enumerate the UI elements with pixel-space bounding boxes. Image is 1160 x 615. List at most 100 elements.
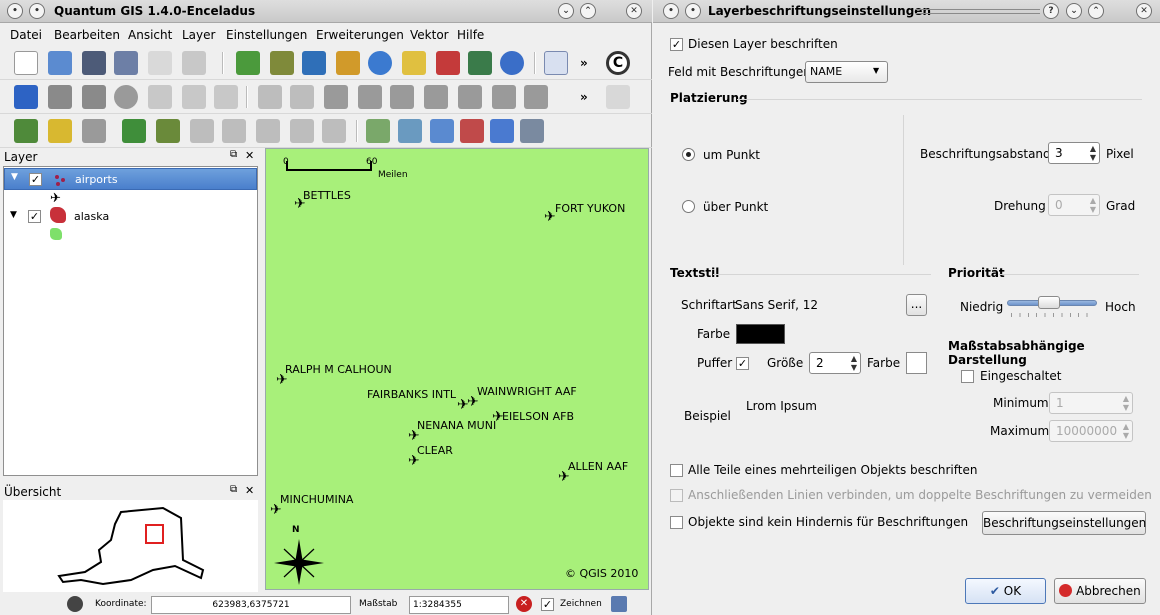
add-delimited-text-icon[interactable] [156,119,180,143]
delete-part-icon[interactable] [458,85,482,109]
map-tool-icon-3[interactable] [430,119,454,143]
layer-name-alaska[interactable]: alaska [74,210,109,223]
label-layer-checkbox[interactable]: ✓ [670,38,683,51]
add-postgis-layer-icon[interactable] [302,51,326,75]
scale-min-spinbox[interactable]: 1 ▲ ▼ [1049,392,1133,414]
spin-arrows-icon[interactable]: ▲ ▼ [1123,422,1129,440]
new-project-icon[interactable] [14,51,38,75]
dialog-menu-icon[interactable]: • [663,3,679,19]
dialog-close-icon[interactable]: ✕ [1136,3,1152,19]
close-panel-icon[interactable]: ✕ [245,149,254,162]
open-project-icon[interactable] [48,51,72,75]
spin-arrows-icon[interactable]: ▲ ▼ [1123,394,1129,412]
print-composer-icon[interactable] [148,51,172,75]
delete-ring-icon[interactable] [424,85,448,109]
help-icon[interactable]: ? [1043,3,1059,19]
remove-plugin-layer-icon[interactable] [82,119,106,143]
dialog-pin-icon[interactable]: • [685,3,701,19]
expand-icon[interactable]: ▼ [11,172,18,182]
ok-button[interactable]: ✔ OK [965,578,1046,604]
add-gps-layer-icon[interactable] [122,119,146,143]
close-icon[interactable]: ✕ [626,3,642,19]
float-panel-icon[interactable]: ⧉ [230,149,237,160]
save-project-icon[interactable] [82,51,106,75]
overview-map[interactable] [3,500,258,592]
copyright-label-icon[interactable]: C [606,51,630,75]
menu-hilfe[interactable]: Hilfe [457,28,484,42]
priority-slider-handle[interactable] [1037,296,1060,309]
identify-features-icon[interactable] [606,85,630,109]
add-ring-icon[interactable] [358,85,382,109]
menu-erweiterungen[interactable]: Erweiterungen [316,28,404,42]
cut-features-icon[interactable] [148,85,172,109]
reshape-features-icon[interactable] [492,85,516,109]
pin-icon[interactable]: • [29,3,45,19]
add-wcs-layer-icon[interactable] [500,51,524,75]
capture-line-icon[interactable] [82,85,106,109]
buffer-color-swatch[interactable] [906,352,927,374]
close-overview-icon[interactable]: ✕ [245,484,254,497]
dialog-minimize-icon[interactable]: ⌄ [1066,3,1082,19]
save-as-icon[interactable] [114,51,138,75]
toolbar-more-icon[interactable]: » [580,56,588,70]
new-vector-layer-icon[interactable] [402,51,426,75]
menu-ansicht[interactable]: Ansicht [128,28,172,42]
around-point-radio[interactable] [682,148,695,161]
map-tool-icon-4[interactable] [460,119,484,143]
add-raster-layer-icon[interactable] [270,51,294,75]
map-tool-icon-5[interactable] [490,119,514,143]
capture-point-icon[interactable] [48,85,72,109]
copy-features-icon[interactable] [182,85,206,109]
over-point-radio[interactable] [682,200,695,213]
grass-tool-icon-2[interactable] [222,119,246,143]
redo-icon[interactable] [290,85,314,109]
minimize-icon[interactable]: ⌄ [558,3,574,19]
rotation-spinbox[interactable]: 0 ▲ ▼ [1048,194,1100,216]
map-tool-icon-1[interactable] [366,119,390,143]
dialog-maximize-icon[interactable]: ⌃ [1088,3,1104,19]
spin-arrows-icon[interactable]: ▲ ▼ [1090,196,1096,214]
field-select[interactable]: NAME ▼ [805,61,888,83]
float-overview-icon[interactable]: ⧉ [230,484,237,495]
coordinate-field[interactable]: 623983,6375721 [151,596,351,614]
buffer-checkbox[interactable]: ✓ [736,357,749,370]
delete-selected-icon[interactable] [114,85,138,109]
font-chooser-button[interactable]: ... [906,294,927,316]
undo-icon[interactable] [258,85,282,109]
buffer-size-spinbox[interactable]: 2 ▲ ▼ [809,352,861,374]
maximize-icon[interactable]: ⌃ [580,3,596,19]
engine-settings-button[interactable]: Beschriftungseinstellungen [982,511,1146,535]
alaska-visibility-checkbox[interactable]: ✓ [28,210,41,223]
spin-arrows-icon[interactable]: ▲ ▼ [1090,144,1096,162]
add-wms-layer-icon[interactable] [368,51,392,75]
gps-status-icon[interactable] [67,596,83,612]
scale-max-spinbox[interactable]: 10000000 ▲ ▼ [1049,420,1133,442]
pan-map-icon[interactable] [544,51,568,75]
menu-datei[interactable]: Datei [10,28,42,42]
toggle-edit-icon[interactable] [14,85,38,109]
airports-visibility-checkbox[interactable]: ✓ [29,173,42,186]
toolbar-more-icon-2[interactable]: » [580,90,588,104]
plugin-layer-icon[interactable] [14,119,38,143]
simplify-feature-icon[interactable] [324,85,348,109]
menu-bearbeiten[interactable]: Bearbeiten [54,28,120,42]
no-obstacle-checkbox[interactable] [670,516,683,529]
menu-vektor[interactable]: Vektor [410,28,449,42]
layer-row-airports[interactable]: ▼ ✓ airports [4,168,257,190]
scale-field[interactable]: 1:3284355 [409,596,509,614]
window-menu-icon[interactable]: • [7,3,23,19]
grass-tool-icon-3[interactable] [256,119,280,143]
map-tool-icon-6[interactable] [520,119,544,143]
text-color-swatch[interactable] [736,324,785,344]
scale-enabled-checkbox[interactable] [961,370,974,383]
grass-tool-icon-4[interactable] [290,119,314,143]
stop-render-icon[interactable]: ✕ [516,596,532,612]
menu-layer[interactable]: Layer [182,28,215,42]
merge-lines-checkbox[interactable] [670,489,683,502]
expand-icon-alaska[interactable]: ▼ [10,210,17,220]
grass-tool-icon-5[interactable] [322,119,346,143]
distance-spinbox[interactable]: 3 ▲ ▼ [1048,142,1100,164]
add-island-icon[interactable] [390,85,414,109]
add-wfs-layer-icon[interactable] [468,51,492,75]
map-canvas[interactable]: 0 60 Meilen ✈ BETTLES ✈ FORT YUKON ✈ RAL… [265,148,649,590]
